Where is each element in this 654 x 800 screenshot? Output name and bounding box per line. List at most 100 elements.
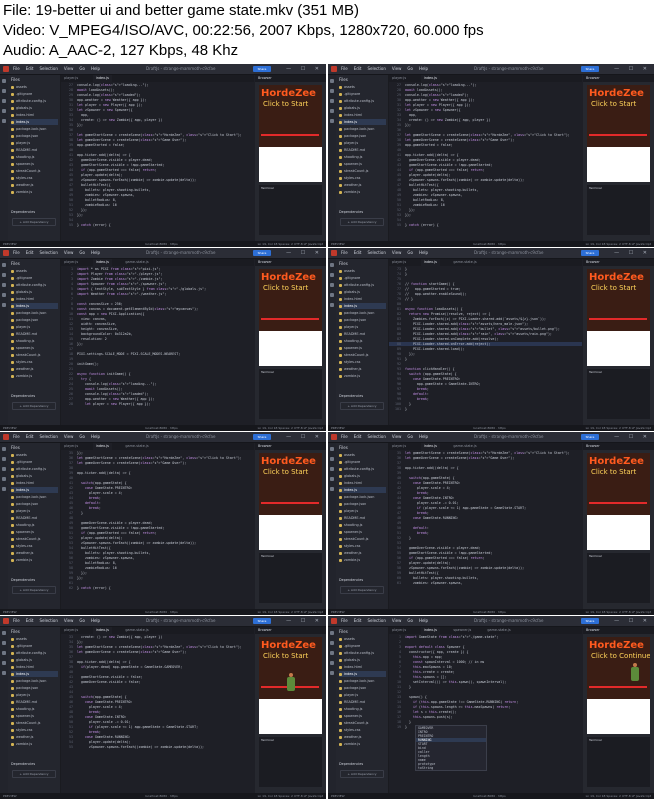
file-item[interactable]: spawner.js	[11, 161, 34, 167]
tab-index-js[interactable]: index.js	[92, 259, 112, 266]
code-line[interactable]: 46 zSpawner.spawns.forEach((zombie) => z…	[61, 178, 254, 182]
menu-item-help[interactable]: Help	[91, 250, 100, 255]
share-button[interactable]: Share	[253, 250, 271, 256]
code-line[interactable]: 57 bulletRadius: 8,	[61, 561, 254, 565]
file-item[interactable]: shooting.js	[339, 706, 362, 712]
file-item[interactable]: package.json	[339, 317, 366, 323]
code-line[interactable]: 24 console.log(class="s">"loading...");	[61, 382, 254, 386]
code-line[interactable]: 37 let gameStartScene = createScene(class…	[61, 133, 254, 137]
code-line[interactable]: 50 bulletRadius: 8,	[389, 198, 582, 202]
tab-player-js[interactable]: player.js	[61, 627, 81, 634]
code-line[interactable]: 39 app.ticker.add((delta) => {	[61, 471, 254, 475]
file-item[interactable]: spawner.js	[11, 713, 34, 719]
file-item[interactable]: index.html	[11, 664, 34, 670]
code-line[interactable]: 35});	[61, 451, 254, 455]
code-line[interactable]: 48 bullets: player.shooting.bullets,	[389, 188, 582, 192]
activity-icon[interactable]	[330, 109, 334, 113]
code-line[interactable]: 19	[61, 357, 254, 361]
code-line[interactable]: 42 gameOverScene.visible = player.dead;	[61, 158, 254, 162]
tab-index-js[interactable]: index.js	[420, 75, 440, 82]
file-item[interactable]: shooting.js	[339, 338, 362, 344]
code-line[interactable]: 88 PIXI.Loader.shared.onError.add(reject…	[389, 342, 582, 346]
code-line[interactable]: 93 function clickHandler() {	[389, 367, 582, 371]
code-line[interactable]: 29 console.log(class="s">"loaded");	[389, 93, 582, 97]
code-line[interactable]: 100 }	[389, 402, 582, 406]
code-line[interactable]: 15 if (this.spawns.length >= this.maxSpa…	[389, 705, 582, 709]
file-item[interactable]: weather.js	[11, 182, 33, 188]
code-line[interactable]: 17	[61, 347, 254, 351]
tab-index-js[interactable]: index.js	[92, 443, 112, 450]
code-line[interactable]: 13 spawn() {	[389, 695, 582, 699]
tab-player-js[interactable]: player.js	[389, 75, 409, 82]
menu-item-selection[interactable]: Selection	[367, 618, 385, 623]
file-item[interactable]: package-lock.json	[11, 494, 46, 500]
file-item[interactable]: attribute.config.js	[11, 98, 46, 104]
game-canvas[interactable]: HordeZee Click to Start	[587, 269, 650, 366]
code-line[interactable]: 35 let gameStartScene = createScene(class…	[61, 645, 254, 649]
activity-icon[interactable]	[330, 631, 334, 635]
tab-index-js[interactable]: index.js	[92, 627, 112, 634]
file-item[interactable]: package-lock.json	[11, 126, 46, 132]
file-item[interactable]: assets	[339, 452, 355, 458]
code-line[interactable]: 10 const app = new PIXI.Application({	[61, 312, 254, 316]
code-line[interactable]: 51 zombieRadius: 16	[61, 203, 254, 207]
code-line[interactable]: 40	[389, 148, 582, 152]
file-item[interactable]: weather.js	[11, 550, 33, 556]
code-line[interactable]: 3 export default class Spawner {	[389, 645, 582, 649]
code-line[interactable]: 29 console.log(class="s">"loaded");	[61, 93, 254, 97]
menu-item-file[interactable]: File	[13, 434, 20, 439]
file-item[interactable]: streakCount.js	[11, 720, 40, 726]
activity-icon[interactable]	[330, 273, 334, 277]
window-controls[interactable]: — ☐ ✕	[286, 249, 323, 257]
file-item[interactable]: shooting.js	[11, 154, 34, 160]
game-canvas[interactable]: HordeZee Click to Start	[587, 85, 650, 182]
code-line[interactable]: 53	[389, 541, 582, 545]
code-line[interactable]: 55 zSpawner.spawns.forEach((zombie) => z…	[61, 745, 254, 749]
file-item[interactable]: index.html	[11, 296, 34, 302]
file-item[interactable]: player.js	[11, 140, 30, 146]
activity-icon[interactable]	[2, 487, 6, 491]
file-item[interactable]: README.md	[11, 515, 37, 521]
add-dependency-button[interactable]: + Add Dependency	[12, 770, 56, 778]
tab-index-js[interactable]: index.js	[92, 75, 112, 82]
menu-item-help[interactable]: Help	[91, 434, 100, 439]
menu-item-file[interactable]: File	[341, 434, 348, 439]
file-item[interactable]: .gitignore	[339, 91, 360, 97]
code-line[interactable]: 61 zombies: zSpawner.spawns,	[389, 581, 582, 585]
code-line[interactable]: 18 }	[389, 720, 582, 724]
file-item[interactable]: styles.css	[11, 359, 32, 365]
file-item[interactable]: spawner.js	[339, 529, 362, 535]
add-dependency-button[interactable]: + Add Dependency	[340, 770, 384, 778]
code-line[interactable]: 73}	[389, 267, 582, 271]
menu-item-file[interactable]: File	[13, 66, 20, 71]
code-line[interactable]: 8 this.create = create;	[389, 670, 582, 674]
menu-item-help[interactable]: Help	[91, 618, 100, 623]
code-line[interactable]: 82 return new Promise((resolve, reject) …	[389, 312, 582, 316]
autocomplete-item[interactable]: toString	[416, 766, 486, 770]
add-dependency-button[interactable]: + Add Dependency	[12, 586, 56, 594]
file-item[interactable]: streakCount.js	[11, 168, 40, 174]
file-item[interactable]: styles.css	[339, 359, 360, 365]
code-line[interactable]: 85 PIXI.Loader.shared.add(class="s">"bul…	[389, 327, 582, 331]
file-item[interactable]: README.md	[339, 331, 365, 337]
activity-icon[interactable]	[330, 661, 334, 665]
code-line[interactable]: 48 break;	[61, 710, 254, 714]
file-item[interactable]: player.js	[11, 692, 30, 698]
code-line[interactable]: 16 let s = this.create();	[389, 710, 582, 714]
game-canvas[interactable]: HordeZee Click to Start	[259, 453, 322, 550]
code-line[interactable]: 40	[61, 670, 254, 674]
file-item[interactable]: attribute.config.js	[339, 650, 374, 656]
code-line[interactable]: 57 player.update(delta);	[389, 561, 582, 565]
tab-player-js[interactable]: player.js	[389, 443, 409, 450]
code-line[interactable]: 52 break;	[61, 730, 254, 734]
code-line[interactable]: 47 player.scale = 4;	[61, 705, 254, 709]
file-item[interactable]: player.js	[339, 508, 358, 514]
file-item[interactable]: attribute.config.js	[339, 466, 374, 472]
code-line[interactable]: 38 app.ticker.add((delta) => {	[389, 466, 582, 470]
file-item[interactable]: globals.js	[339, 289, 360, 295]
tab-player-js[interactable]: player.js	[61, 75, 81, 82]
tab-game-state-js[interactable]: game-state.js	[484, 627, 513, 634]
activity-icon[interactable]	[2, 467, 6, 471]
code-line[interactable]: 52 }	[389, 536, 582, 540]
menu-item-go[interactable]: Go	[79, 250, 85, 255]
